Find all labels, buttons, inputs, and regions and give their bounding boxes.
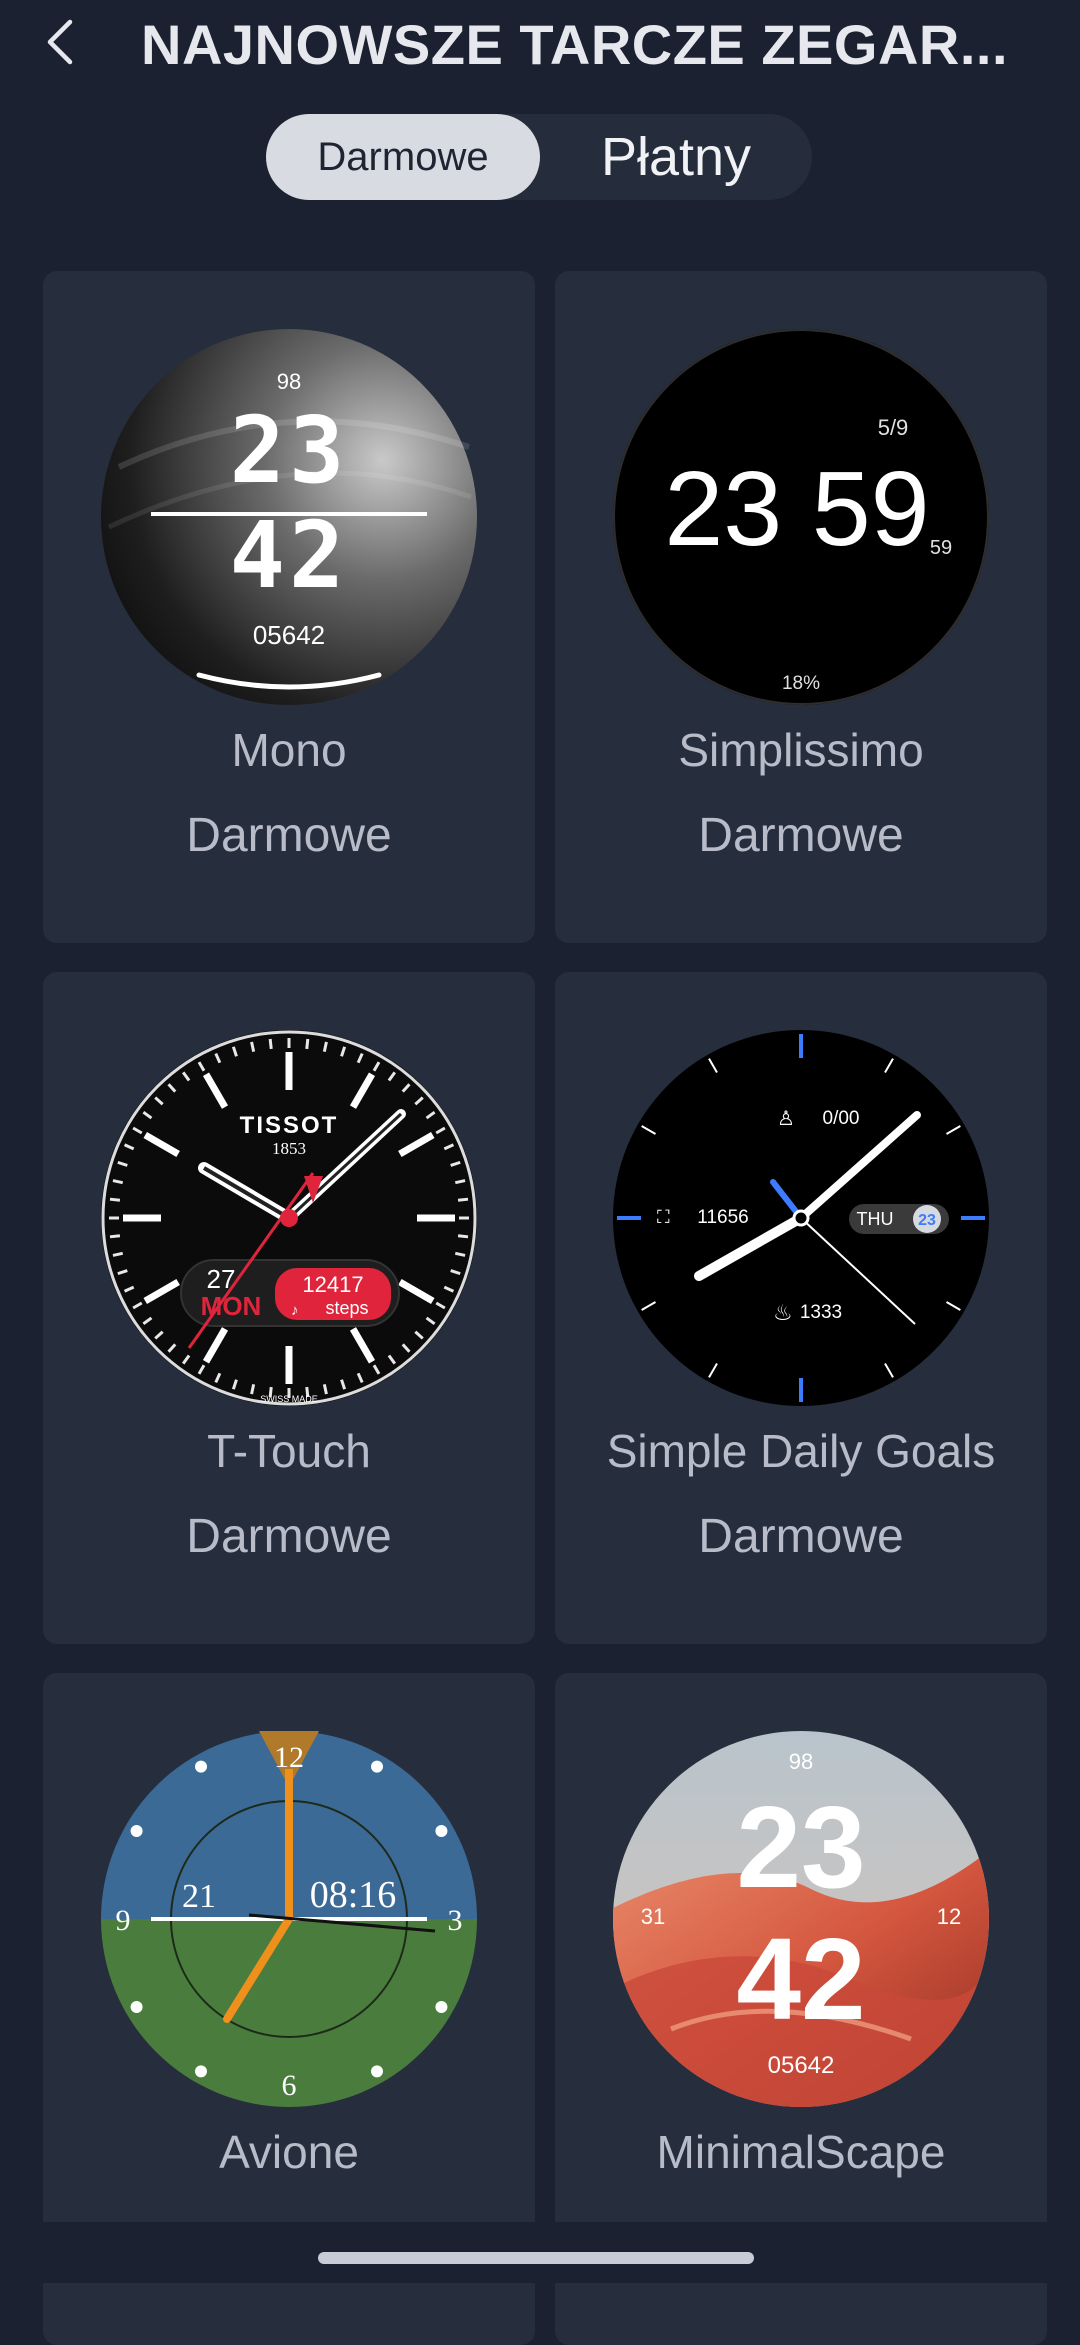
face-weekday: THU bbox=[857, 1209, 894, 1229]
face-time: 08:16 bbox=[310, 1874, 397, 1916]
watch-face-price: Darmowe bbox=[698, 809, 904, 862]
watch-face-name: T-Touch bbox=[207, 1425, 371, 1477]
page-title: NAJNOWSZE TARCZE ZEGAR... bbox=[141, 13, 1009, 76]
app-header: NAJNOWSZE TARCZE ZEGAR... bbox=[0, 0, 1080, 95]
tab-paid[interactable]: Płatny bbox=[540, 114, 812, 200]
face-right-value: 12 bbox=[937, 1904, 961, 1929]
watch-face-name: Simple Daily Goals bbox=[606, 1425, 996, 1477]
face-hour: 23 bbox=[230, 397, 349, 504]
watch-face-preview-minimalscape: 98 23 42 31 12 05642 bbox=[613, 1731, 989, 2107]
watch-face-name: Mono bbox=[231, 724, 347, 776]
tab-free[interactable]: Darmowe bbox=[266, 114, 540, 200]
watch-face-card-mono[interactable]: 98 23 42 05642 Mono Darmowe bbox=[43, 271, 535, 943]
person-icon: ♙ bbox=[777, 1108, 795, 1130]
chevron-left-icon bbox=[47, 19, 73, 65]
watch-face-card-simple-daily-goals[interactable]: ♙ 0/00 ⛶ 11656 THU 23 ♨ 1333 Simple Dail… bbox=[555, 972, 1047, 1644]
face-year: 1853 bbox=[272, 1139, 306, 1158]
flame-icon: ♨ bbox=[773, 1300, 793, 1325]
back-button[interactable] bbox=[40, 18, 88, 66]
face-steps-label: steps bbox=[325, 1298, 368, 1318]
watch-face-preview-t-touch: TISSOT 1853 27 MON 12417 steps ♪ SWISS M… bbox=[101, 1030, 477, 1406]
watch-face-card-simplissimo[interactable]: 5/9 23 59 59 18% Simplissimo Darmowe bbox=[555, 271, 1047, 943]
footprint-icon: ♪ bbox=[291, 1302, 299, 1319]
watch-face-name: MinimalScape bbox=[656, 2126, 946, 2178]
face-date: 5/9 bbox=[878, 415, 909, 440]
watch-face-preview-simplissimo: 5/9 23 59 59 18% bbox=[613, 329, 989, 705]
footsteps-icon: ⛶ bbox=[657, 1207, 670, 1227]
watch-face-price: Darmowe bbox=[698, 1510, 904, 1563]
face-calories: 1333 bbox=[800, 1302, 842, 1323]
face-footer: SWISS MADE bbox=[260, 1394, 318, 1404]
face-battery: 18% bbox=[782, 673, 820, 694]
price-filter-tabs: Darmowe Płatny bbox=[266, 114, 812, 200]
face-time: 23 59 bbox=[664, 450, 929, 568]
home-indicator[interactable] bbox=[318, 2252, 754, 2264]
face-numeral-9: 9 bbox=[116, 1904, 131, 1937]
face-minute: 42 bbox=[736, 1914, 865, 2044]
face-brand: TISSOT bbox=[240, 1112, 339, 1139]
face-date: 21 bbox=[182, 1878, 216, 1915]
watch-face-card-t-touch[interactable]: TISSOT 1853 27 MON 12417 steps ♪ SWISS M… bbox=[43, 972, 535, 1644]
face-steps: 12417 bbox=[302, 1272, 363, 1297]
watch-face-preview-mono: 98 23 42 05642 bbox=[101, 329, 477, 705]
face-seconds: 59 bbox=[930, 537, 952, 559]
watch-face-preview-simple-daily-goals: ♙ 0/00 ⛶ 11656 THU 23 ♨ 1333 bbox=[613, 1030, 989, 1406]
face-top-value: 98 bbox=[277, 369, 301, 394]
watch-face-preview-avione: 12 3 6 9 21 08:16 bbox=[101, 1731, 477, 2107]
face-steps: 11656 bbox=[697, 1207, 748, 1228]
watch-face-price: Darmowe bbox=[186, 809, 392, 862]
face-top-value: 98 bbox=[789, 1749, 813, 1774]
watch-face-name: Avione bbox=[219, 2126, 359, 2178]
face-hour: 23 bbox=[736, 1782, 865, 1912]
face-numeral-6: 6 bbox=[282, 2069, 297, 2102]
face-bottom-value: 05642 bbox=[253, 620, 325, 650]
face-date: 23 bbox=[918, 1212, 936, 1229]
watch-face-name: Simplissimo bbox=[678, 724, 924, 776]
face-bottom-value: 05642 bbox=[768, 2052, 835, 2079]
watch-face-price: Darmowe bbox=[186, 1510, 392, 1563]
face-numeral-3: 3 bbox=[448, 1904, 463, 1937]
face-minute: 42 bbox=[230, 502, 349, 609]
face-left-value: 31 bbox=[641, 1904, 665, 1929]
face-goal: 0/00 bbox=[823, 1108, 860, 1129]
